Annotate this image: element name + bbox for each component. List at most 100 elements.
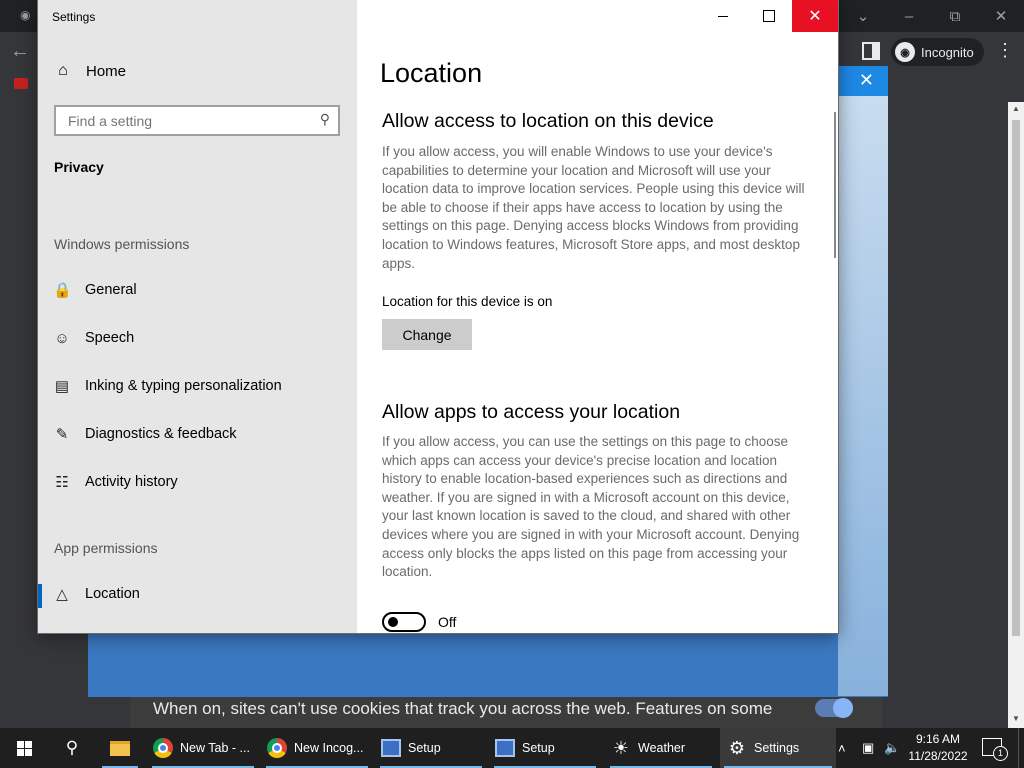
close-button[interactable]: ✕ [792, 0, 838, 32]
search-icon: ⚲ [65, 738, 79, 757]
cookie-banner-text: When on, sites can't use cookies that tr… [153, 699, 773, 718]
chrome-minimize-button[interactable]: – [886, 0, 932, 32]
nav-item-activity-history[interactable]: ☷ Activity history [38, 462, 357, 502]
nav-item-label: General [85, 282, 137, 298]
nav-item-label: Inking & typing personalization [85, 378, 282, 394]
clock-time: 9:16 AM [915, 732, 961, 746]
block-cookies-toggle[interactable] [815, 698, 853, 718]
settings-nav: ⌂ Home ⚲ Privacy Windows permissions 🔒 G… [38, 0, 357, 633]
scrollbar-thumb[interactable] [1012, 120, 1020, 636]
taskbar-file-explorer[interactable] [98, 728, 142, 768]
lock-icon: 🔒 [53, 282, 72, 299]
window-title: Settings [52, 10, 96, 24]
incognito-profile-button[interactable]: ◉ Incognito [891, 38, 984, 66]
gmail-icon[interactable] [14, 78, 28, 89]
weather-panel-background [838, 96, 888, 696]
taskbar-item-setup-1[interactable]: Setup [376, 728, 486, 768]
folder-icon [110, 740, 130, 756]
windows-logo-icon [16, 740, 32, 756]
maximize-button[interactable] [746, 0, 792, 32]
apps-access-description: If you allow access, you can use the set… [382, 434, 800, 580]
device-location-status: Location for this device is on [382, 294, 553, 309]
taskbar-item-label: New Incog... [294, 741, 364, 755]
incognito-avatar-icon: ◉ [895, 42, 915, 62]
chrome-restore-button[interactable]: ⧉ [932, 0, 978, 32]
home-label: Home [86, 62, 127, 80]
taskbar-item-label: Weather [638, 741, 686, 755]
taskbar: ⚲ New Tab - ... New Incog... Setup Setup… [0, 728, 1024, 768]
back-arrow-icon[interactable]: ← [10, 40, 30, 63]
chevron-up-icon: ˄ [838, 740, 846, 756]
apps-location-toggle[interactable] [382, 612, 426, 632]
notification-count: 1 [993, 746, 1008, 761]
feedback-icon: ✎ [55, 426, 69, 443]
nav-item-location[interactable]: △ Location [38, 574, 357, 614]
taskbar-search-button[interactable]: ⚲ [48, 728, 96, 768]
taskbar-clock[interactable]: 9:16 AM 11/28/2022 [906, 731, 970, 765]
minimize-button[interactable] [700, 0, 746, 32]
setup-icon [495, 739, 515, 757]
chrome-scrollbar[interactable]: ▲ ▼ [1008, 102, 1024, 728]
taskbar-item-setup-2[interactable]: Setup [490, 728, 600, 768]
action-center-icon[interactable]: 1 [982, 738, 1008, 761]
chrome-icon [153, 738, 173, 758]
page-title: Location [380, 58, 483, 88]
scroll-up-icon[interactable]: ▲ [1012, 104, 1020, 113]
incognito-label: Incognito [921, 44, 974, 60]
device-access-heading: Allow access to location on this device [382, 110, 714, 132]
side-panel-icon[interactable] [862, 42, 880, 60]
section-title: Privacy [54, 159, 104, 175]
chrome-close-button[interactable]: ✕ [978, 0, 1024, 32]
search-icon[interactable]: ⚲ [320, 111, 330, 128]
nav-item-inking-typing[interactable]: ▤ Inking & typing personalization [38, 366, 357, 406]
settings-titlebar[interactable]: Settings ✕ [38, 0, 838, 32]
nav-item-label: Speech [85, 330, 135, 346]
incognito-icon: ◉ [20, 8, 31, 22]
device-access-description: If you allow access, you will enable Win… [382, 144, 805, 271]
network-icon[interactable]: ▣ [862, 728, 874, 768]
nav-item-general[interactable]: 🔒 General [38, 270, 357, 310]
taskbar-item-weather[interactable]: ☀ Weather [606, 728, 716, 768]
show-desktop-button[interactable] [1018, 728, 1024, 768]
search-input[interactable] [66, 112, 310, 130]
apps-location-toggle-state: Off [438, 614, 457, 630]
timeline-icon: ☷ [55, 474, 69, 491]
taskbar-item-settings[interactable]: ⚙ Settings [720, 728, 836, 768]
taskbar-item-chrome-newtab[interactable]: New Tab - ... [148, 728, 258, 768]
settings-content: Location Allow access to location on thi… [358, 32, 838, 633]
settings-window: ⌂ Home ⚲ Privacy Windows permissions 🔒 G… [38, 0, 838, 633]
chrome-icon [267, 738, 287, 758]
clipboard-icon: ▤ [54, 378, 70, 395]
nav-item-label: Diagnostics & feedback [85, 426, 237, 442]
maximize-icon [763, 10, 775, 22]
taskbar-item-chrome-incognito[interactable]: New Incog... [262, 728, 372, 768]
nav-item-label: Activity history [85, 474, 178, 490]
panel-close-icon[interactable]: ✕ [859, 70, 874, 91]
weather-sun-icon: ☀ [612, 737, 630, 758]
taskbar-item-label: Setup [408, 741, 441, 755]
taskbar-item-label: New Tab - ... [180, 741, 250, 755]
taskbar-item-label: Settings [754, 741, 800, 755]
show-hidden-icons[interactable]: ˄ [838, 728, 846, 768]
gear-icon: ⚙ [728, 737, 746, 758]
nav-item-speech[interactable]: ☺ Speech [38, 318, 357, 358]
nav-item-diagnostics[interactable]: ✎ Diagnostics & feedback [38, 414, 357, 454]
close-icon: ✕ [808, 8, 822, 25]
clock-date: 11/28/2022 [908, 749, 968, 763]
start-button[interactable] [0, 728, 48, 768]
volume-icon[interactable]: 🔈 [884, 728, 900, 768]
location-icon: △ [56, 586, 68, 603]
speech-icon: ☺ [54, 329, 70, 347]
content-scrollbar[interactable] [834, 112, 836, 258]
minimize-icon [718, 15, 728, 17]
windows-permissions-header: Windows permissions [54, 236, 190, 252]
app-permissions-header: App permissions [54, 540, 158, 556]
nav-item-label: Location [85, 586, 140, 602]
chrome-menu-icon[interactable]: ⋮ [996, 40, 1014, 61]
find-setting-search[interactable]: ⚲ [54, 105, 340, 136]
change-button[interactable]: Change [382, 319, 472, 350]
scroll-down-icon[interactable]: ▼ [1012, 714, 1020, 723]
taskbar-item-label: Setup [522, 741, 555, 755]
chrome-tab-search-icon[interactable]: ⌄ [840, 0, 886, 32]
home-link[interactable]: ⌂ Home [54, 62, 126, 80]
